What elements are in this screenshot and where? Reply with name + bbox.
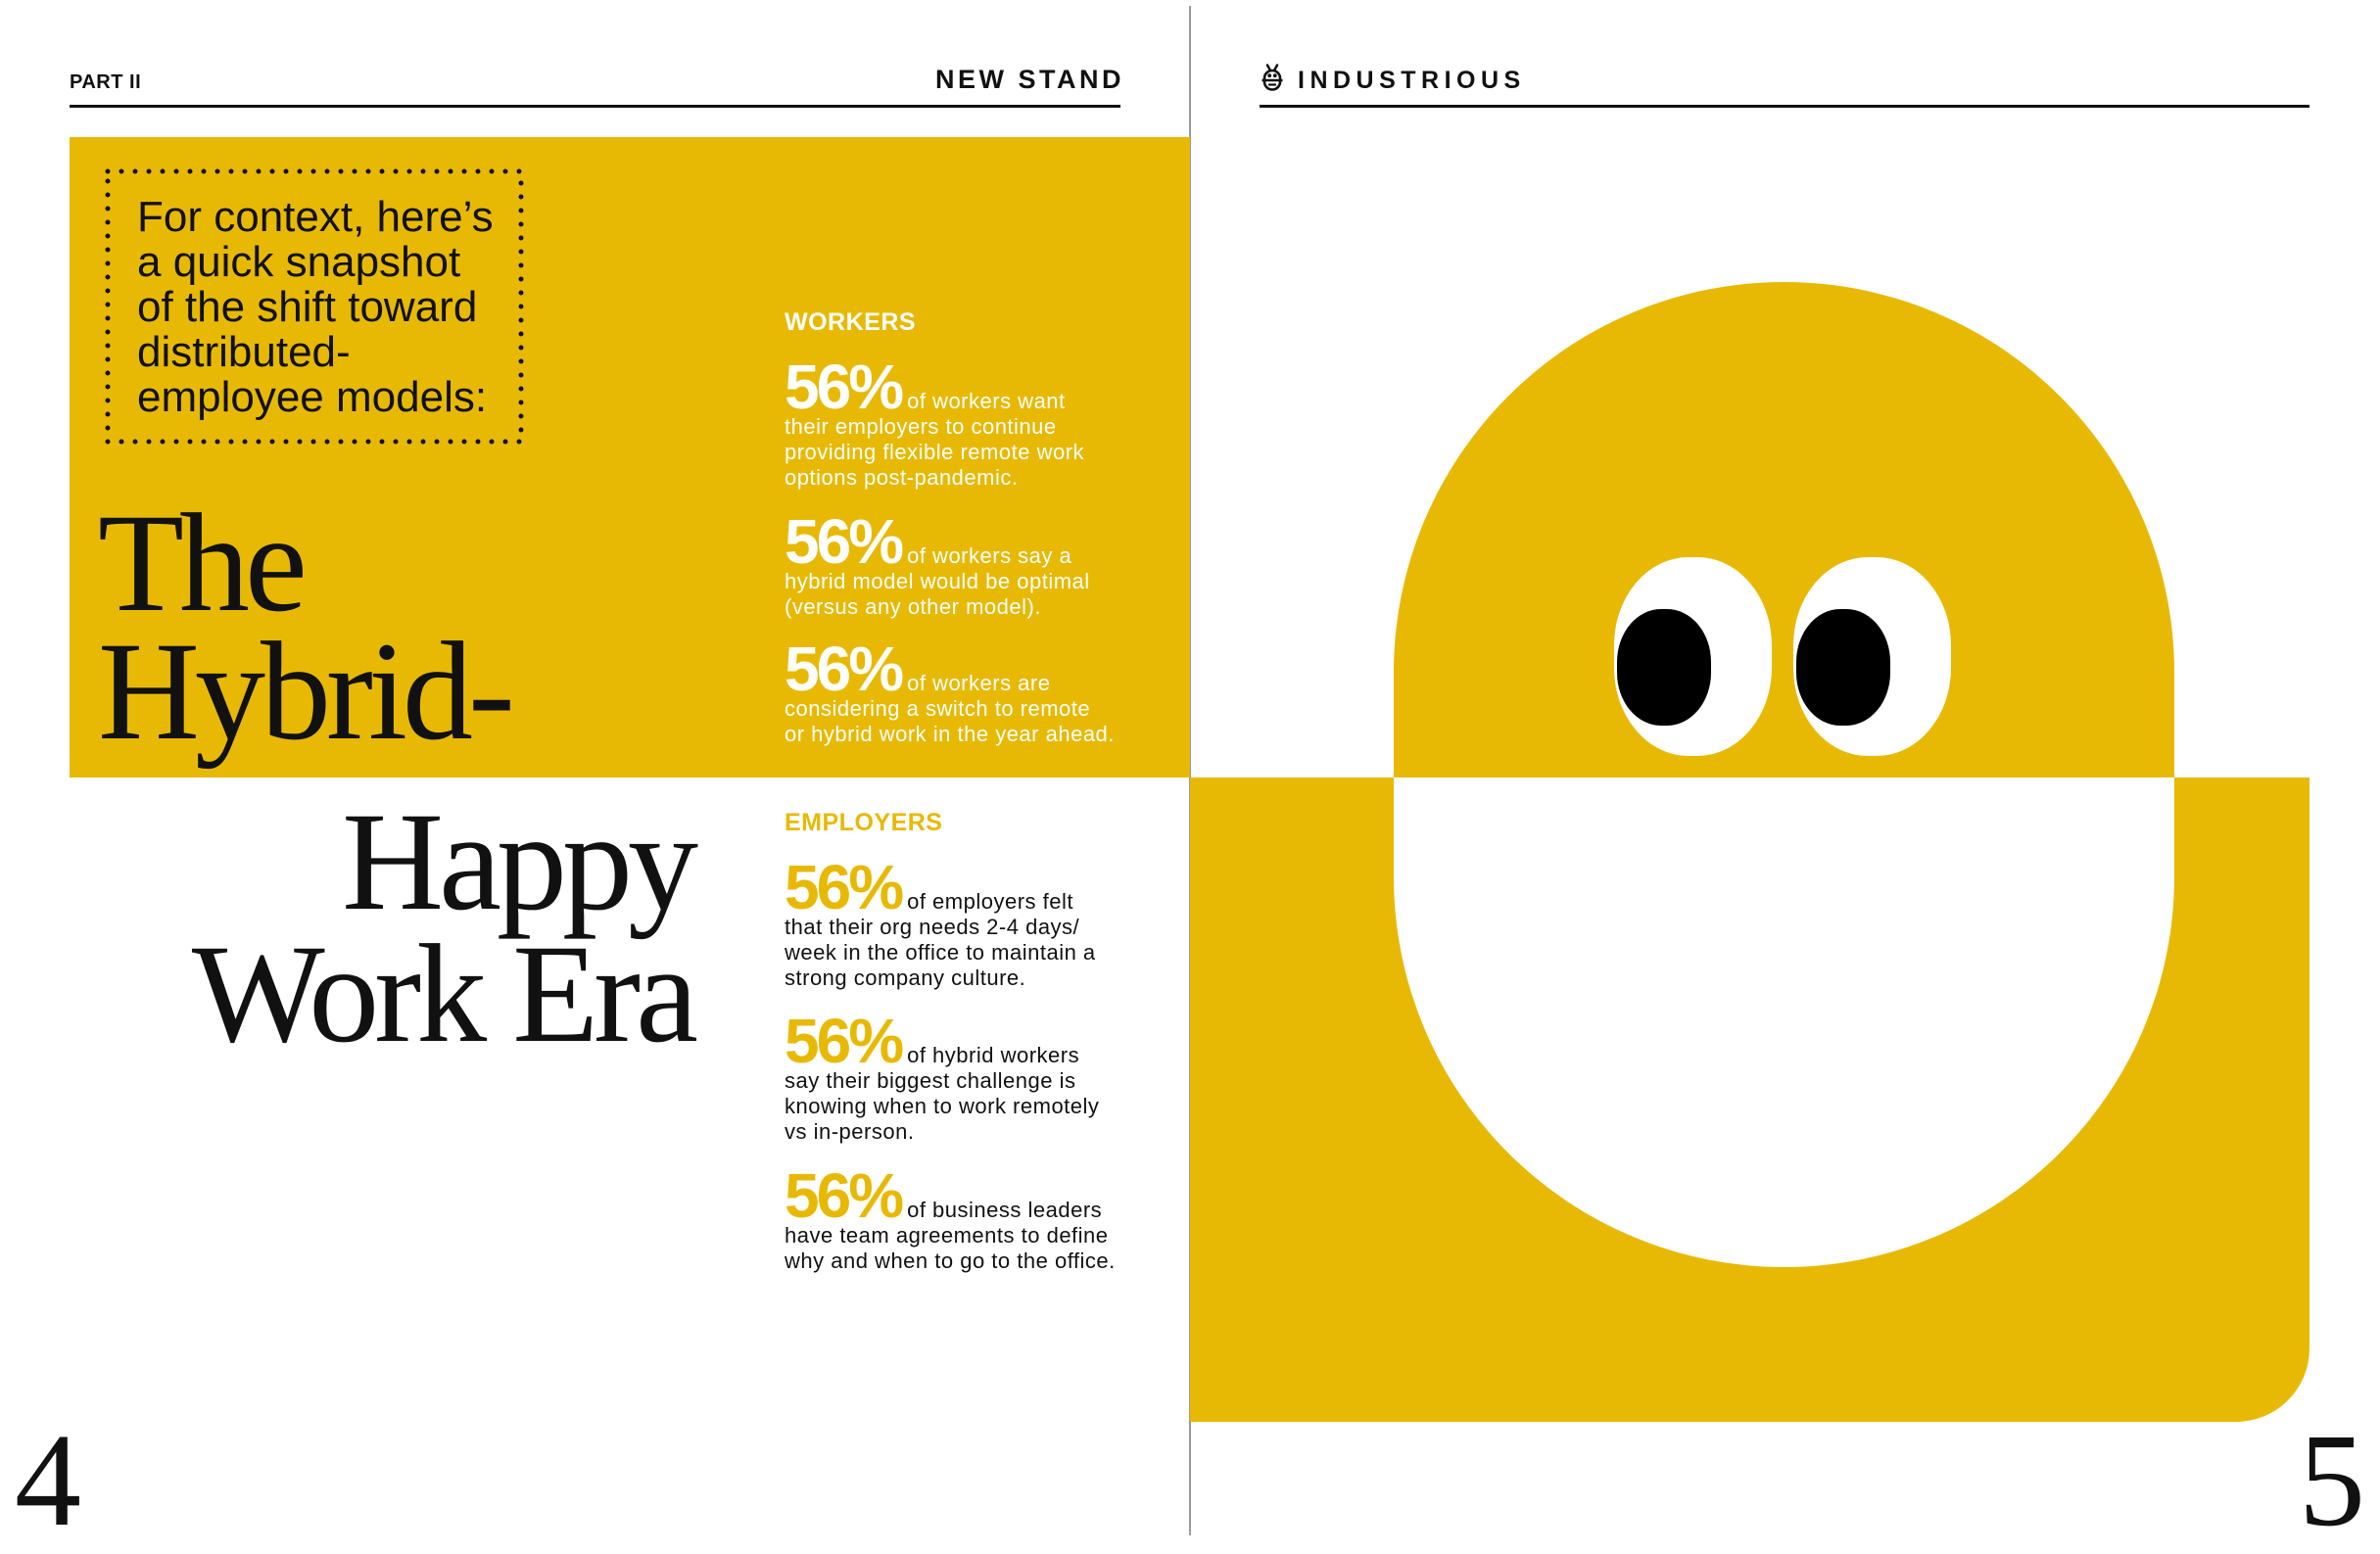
page-number-right: 5 <box>2299 1407 2365 1554</box>
stat-value: 56% <box>785 506 904 577</box>
stat-text: of workers want <box>907 389 1066 413</box>
page-number-left: 4 <box>15 1407 81 1554</box>
stat-text: that their org needs 2-4 days/ <box>785 915 1080 939</box>
bee-logo-icon <box>1261 64 1283 91</box>
stat-text: of employers felt <box>907 889 1073 914</box>
workers-stat: 56% of workers say a hybrid model would b… <box>785 510 1157 620</box>
stat-text: knowing when to work remotely <box>785 1094 1100 1118</box>
stat-text: week in the office to maintain a <box>785 940 1096 965</box>
stat-text: (versus any other model). <box>785 594 1041 619</box>
mascot-pupil-left <box>1617 609 1711 726</box>
stat-value: 56% <box>785 352 904 422</box>
stat-value: 56% <box>785 634 904 704</box>
stat-text: of workers say a <box>907 543 1072 568</box>
employers-stat: 56% of business leaders have team agreeme… <box>785 1164 1157 1274</box>
workers-heading: WORKERS <box>785 308 917 336</box>
stat-value: 56% <box>785 852 904 922</box>
mascot-pupil-right <box>1796 609 1890 726</box>
header-rule-left <box>70 105 1120 108</box>
headline-line: Happy <box>342 784 698 940</box>
header-rule-right <box>1260 105 2309 108</box>
publication-name: NEW STAND <box>935 65 1124 94</box>
stat-text: hybrid model would be optimal <box>785 569 1090 593</box>
employers-stat: 56% of hybrid workers say their biggest c… <box>785 1010 1157 1145</box>
stat-first-line: 56% of employers felt <box>785 856 1157 918</box>
mascot-head <box>1394 282 2174 777</box>
intro-line: For context, here’s <box>137 193 494 241</box>
intro-line: of the shift toward <box>137 283 478 331</box>
stat-first-line: 56% of hybrid workers <box>785 1010 1157 1072</box>
workers-stat: 56% of workers want their employers to co… <box>785 355 1157 491</box>
stat-text: of hybrid workers <box>907 1043 1080 1067</box>
brand-name: INDUSTRIOUS <box>1298 67 1526 94</box>
workers-stat: 56% of workers are considering a switch t… <box>785 637 1157 747</box>
stat-first-line: 56% of business leaders <box>785 1164 1157 1227</box>
stat-value: 56% <box>785 1160 904 1231</box>
stat-text: why and when to go to the office. <box>785 1248 1116 1273</box>
intro-line: distributed- <box>137 328 351 376</box>
section-label: PART II <box>70 71 142 93</box>
intro-line: employee models: <box>137 373 488 421</box>
stat-text: say their biggest challenge is <box>785 1068 1076 1093</box>
stat-first-line: 56% of workers are <box>785 637 1157 700</box>
intro-text: For context, here’s a quick snapshot of … <box>137 195 494 420</box>
headline-line: Work Era <box>191 917 698 1072</box>
headline-line: Hybrid- <box>98 614 515 770</box>
stat-text: providing flexible remote work <box>785 440 1085 464</box>
stat-text: of business leaders <box>907 1198 1103 1222</box>
employers-stat: 56% of employers felt that their org need… <box>785 856 1157 991</box>
employers-heading: EMPLOYERS <box>785 809 943 836</box>
intro-line: a quick snapshot <box>137 238 461 286</box>
stat-text: considering a switch to remote <box>785 696 1091 721</box>
stat-text: of workers are <box>907 671 1051 695</box>
stat-text: or hybrid work in the year ahead. <box>785 722 1115 746</box>
stat-first-line: 56% of workers want <box>785 355 1157 418</box>
stat-text: have team agreements to define <box>785 1223 1109 1248</box>
stat-text: vs in-person. <box>785 1119 915 1144</box>
stat-text: options post-pandemic. <box>785 465 1019 490</box>
stat-first-line: 56% of workers say a <box>785 510 1157 573</box>
stat-text: strong company culture. <box>785 965 1026 990</box>
stat-value: 56% <box>785 1006 904 1076</box>
stat-text: their employers to continue <box>785 414 1057 439</box>
